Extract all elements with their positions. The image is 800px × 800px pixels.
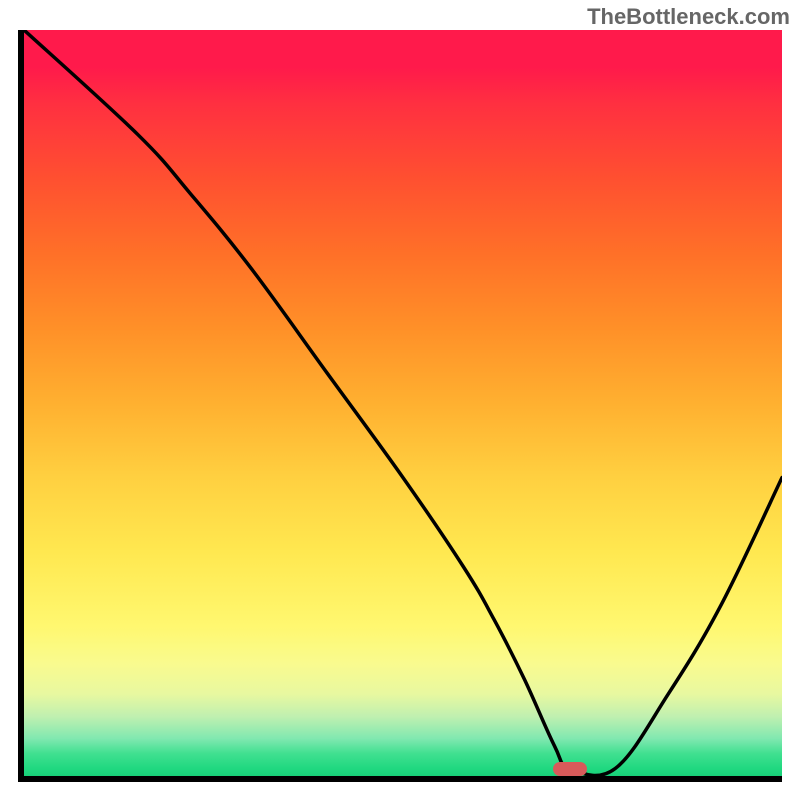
- bottleneck-curve: [24, 30, 782, 776]
- attribution-label: TheBottleneck.com: [587, 4, 790, 30]
- optimal-marker: [553, 762, 587, 776]
- plot-frame: [18, 30, 782, 782]
- curve-svg: [24, 30, 782, 776]
- bottleneck-chart: TheBottleneck.com: [0, 0, 800, 800]
